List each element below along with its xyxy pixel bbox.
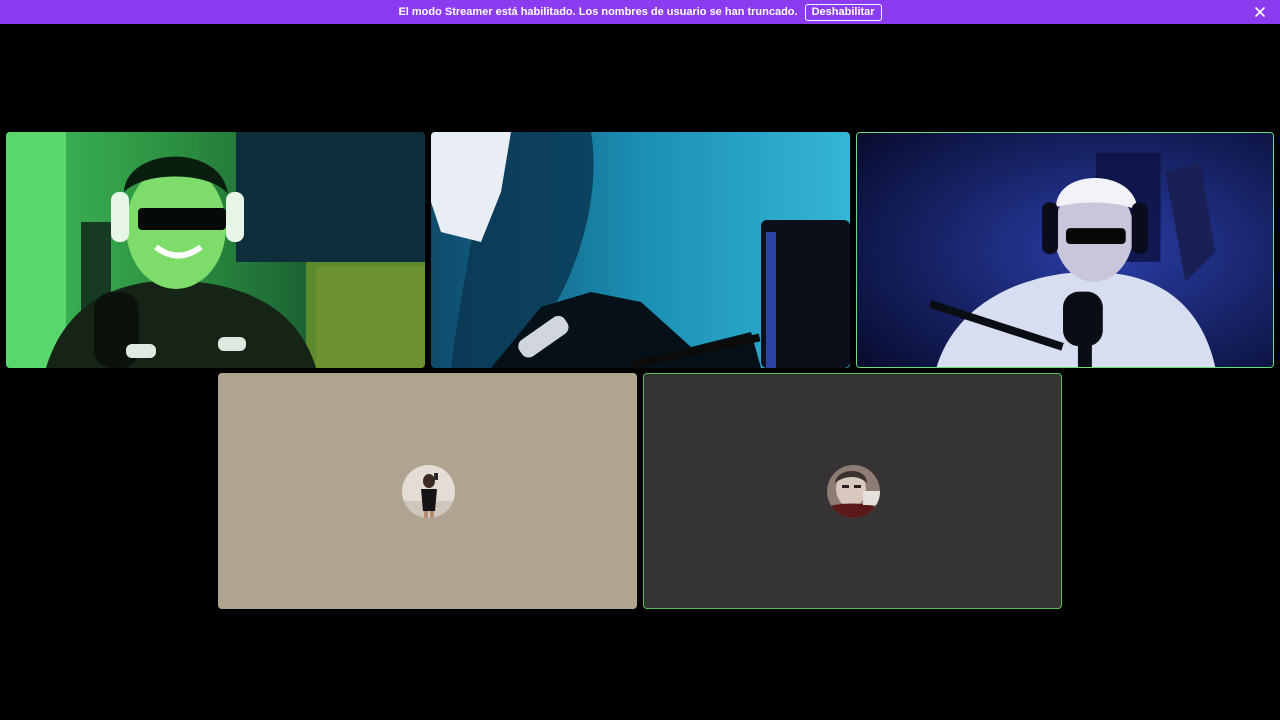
camera-feed [431,132,850,368]
video-tile[interactable] [431,132,850,368]
user-avatar [401,465,455,518]
disable-streamer-mode-button[interactable]: Deshabilitar [804,3,882,21]
close-icon[interactable] [1252,4,1268,20]
avatar-tile[interactable] [218,373,637,609]
camera-feed [6,132,425,368]
camera-feed [857,133,1273,367]
avatar-tile-speaking[interactable] [643,373,1062,609]
voice-channel-view: El modo Streamer está habilitado. Los no… [0,0,1280,720]
video-tile-speaking[interactable] [856,132,1274,368]
video-tile[interactable] [6,132,425,368]
streamer-mode-message: El modo Streamer está habilitado. Los no… [398,6,798,18]
user-avatar [826,465,880,518]
streamer-mode-banner: El modo Streamer está habilitado. Los no… [0,0,1280,24]
